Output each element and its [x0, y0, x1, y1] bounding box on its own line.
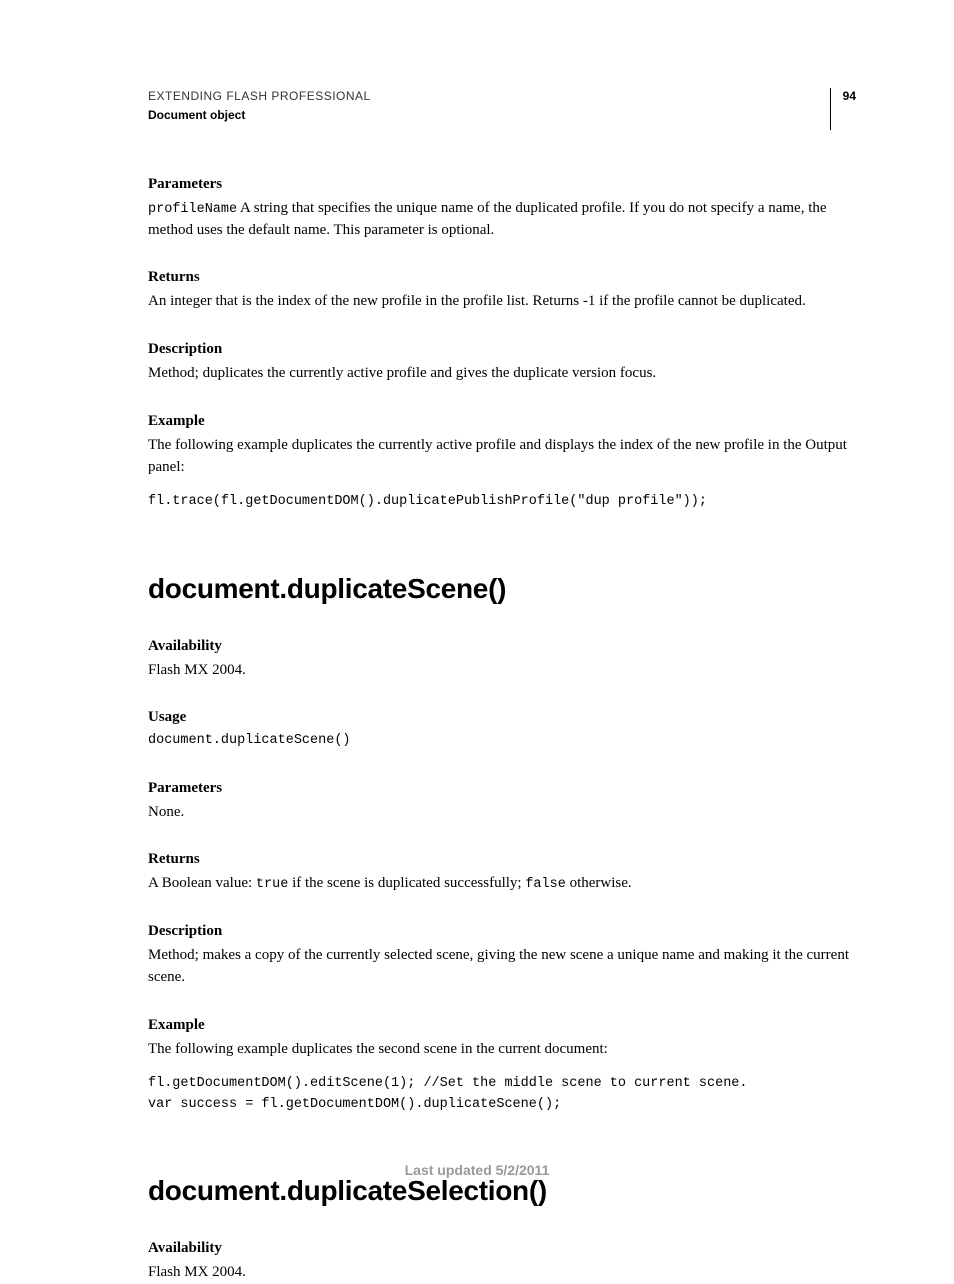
parameters-label: Parameters — [148, 174, 856, 195]
returns-label-2: Returns — [148, 849, 856, 870]
example-code-2: fl.getDocumentDOM().editScene(1); //Set … — [148, 1074, 856, 1115]
example-text-2: The following example duplicates the sec… — [148, 1039, 856, 1061]
availability-text: Flash MX 2004. — [148, 660, 856, 682]
description-label: Description — [148, 339, 856, 360]
example-code: fl.trace(fl.getDocumentDOM().duplicatePu… — [148, 492, 856, 512]
page-content: EXTENDING FLASH PROFESSIONAL Document ob… — [0, 0, 954, 1284]
availability-label: Availability — [148, 636, 856, 657]
usage-code: document.duplicateScene() — [148, 731, 856, 751]
availability-text-3: Flash MX 2004. — [148, 1262, 856, 1284]
returns-text: An integer that is the index of the new … — [148, 291, 856, 313]
returns-true: true — [256, 877, 288, 892]
returns-mid: if the scene is duplicated successfully; — [288, 875, 525, 891]
returns-false: false — [525, 877, 566, 892]
page-number: 94 — [830, 88, 856, 130]
method-title-duplicatescene: document.duplicateScene() — [148, 569, 856, 608]
page-footer: Last updated 5/2/2011 — [0, 1161, 954, 1181]
usage-label: Usage — [148, 707, 856, 728]
doc-title: EXTENDING FLASH PROFESSIONAL — [148, 88, 371, 105]
parameters-label-2: Parameters — [148, 778, 856, 799]
parameters-text: profileName A string that specifies the … — [148, 198, 856, 242]
doc-subtitle: Document object — [148, 107, 371, 124]
description-text-2: Method; makes a copy of the currently se… — [148, 945, 856, 989]
returns-pre: A Boolean value: — [148, 875, 256, 891]
returns-label: Returns — [148, 267, 856, 288]
description-text: Method; duplicates the currently active … — [148, 363, 856, 385]
parameters-text-2: None. — [148, 802, 856, 824]
example-text: The following example duplicates the cur… — [148, 435, 856, 479]
header-left: EXTENDING FLASH PROFESSIONAL Document ob… — [148, 88, 371, 124]
description-label-2: Description — [148, 921, 856, 942]
example-label-2: Example — [148, 1015, 856, 1036]
page-header: EXTENDING FLASH PROFESSIONAL Document ob… — [148, 88, 856, 126]
example-label: Example — [148, 411, 856, 432]
returns-text-2: A Boolean value: true if the scene is du… — [148, 873, 856, 895]
param-desc: A string that specifies the unique name … — [148, 200, 827, 238]
returns-post: otherwise. — [566, 875, 632, 891]
availability-label-3: Availability — [148, 1238, 856, 1259]
param-name: profileName — [148, 202, 237, 217]
